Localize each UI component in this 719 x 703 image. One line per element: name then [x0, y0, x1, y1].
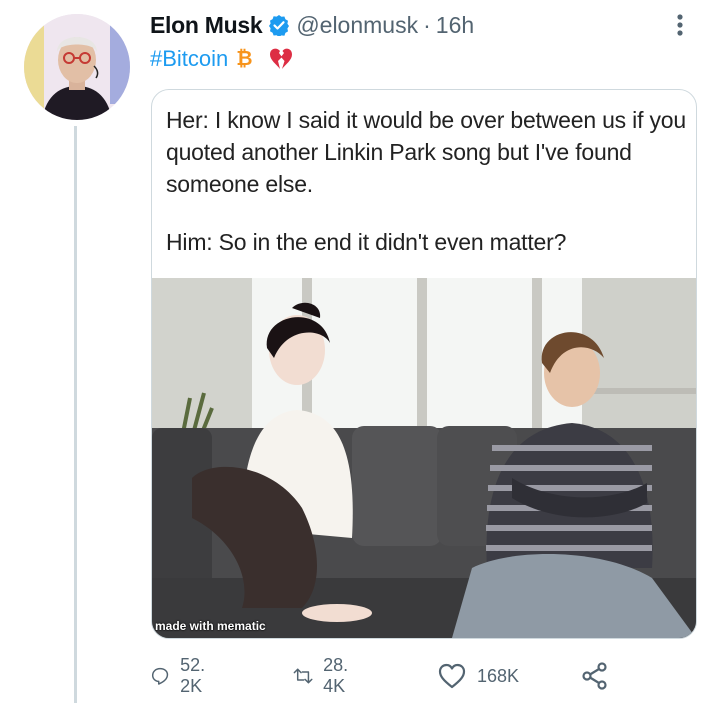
author-handle[interactable]: @elonmusk [296, 12, 418, 39]
like-count: 168K [477, 665, 520, 686]
retweet-count: 28. 4K [323, 655, 349, 696]
bitcoin-hashtag[interactable]: #Bitcoin [150, 46, 228, 72]
tweet-header: Elon Musk @elonmusk · 16h [150, 10, 474, 40]
verified-badge-icon [269, 15, 290, 36]
meme-line-him: Him: So in the end it didn't even matter… [166, 229, 567, 255]
avatar-image [24, 14, 130, 120]
reply-count: 52. 2K [180, 655, 206, 696]
reply-icon [151, 667, 169, 685]
retweet-button[interactable]: 28. 4K [293, 655, 358, 696]
more-options-icon[interactable] [672, 10, 688, 40]
tweet-text: #Bitcoin ₿ [150, 45, 295, 73]
share-icon [582, 662, 607, 690]
broken-heart-icon [269, 48, 292, 69]
tweet-media-card[interactable]: Her: I know I said it would be over betw… [151, 89, 697, 639]
author-name[interactable]: Elon Musk [150, 12, 263, 39]
meme-caption: Her: I know I said it would be over betw… [166, 104, 686, 258]
tweet-timestamp[interactable]: 16h [436, 12, 474, 39]
like-icon [438, 663, 466, 689]
header-separator: · [423, 11, 431, 38]
retweet-icon [293, 668, 313, 684]
meme-photo [152, 278, 696, 638]
mematic-watermark: made with mematic [155, 619, 266, 633]
like-button[interactable]: 168K [437, 656, 519, 696]
share-button[interactable] [580, 656, 620, 696]
reply-button[interactable]: 52. 2K [150, 655, 215, 696]
thread-line [74, 126, 77, 703]
meme-line-her: Her: I know I said it would be over betw… [166, 107, 686, 197]
bitcoin-emoji: ₿ [236, 47, 253, 70]
author-avatar[interactable] [24, 14, 130, 120]
